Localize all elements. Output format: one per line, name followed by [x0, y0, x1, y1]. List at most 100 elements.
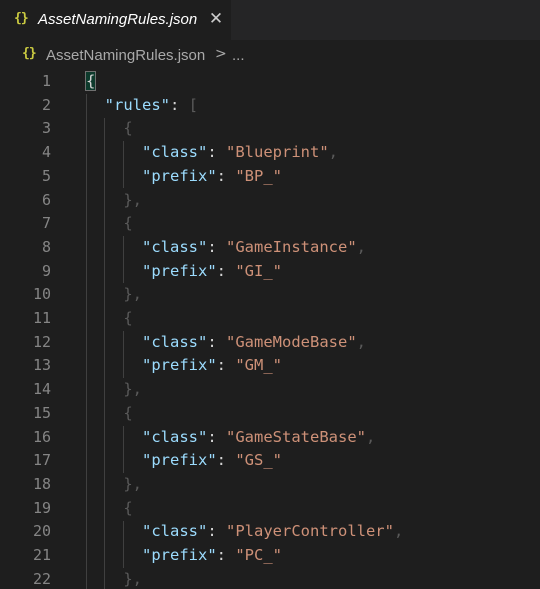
- breadcrumb-symbols[interactable]: ...: [232, 47, 245, 64]
- json-file-icon: {}: [14, 11, 29, 26]
- code-text: },: [86, 189, 142, 213]
- chevron-right-icon: >: [215, 46, 227, 62]
- code-text: {: [86, 402, 132, 426]
- tab-title: AssetNamingRules.json: [38, 11, 198, 28]
- prefix-key: "prefix": [142, 356, 217, 375]
- code-line: 2 "rules": [: [0, 94, 540, 118]
- code-text: },: [86, 378, 142, 402]
- line-number: 20: [32, 522, 51, 541]
- class-key: "class": [142, 237, 208, 256]
- rules-key: "rules": [104, 95, 170, 114]
- code-line: 18 },: [0, 473, 540, 497]
- object-close-brace: },: [123, 285, 142, 304]
- code-text: "class": "GameInstance",: [86, 236, 366, 260]
- class-value: "GameStateBase": [226, 427, 366, 446]
- line-number: 11: [32, 309, 51, 327]
- class-value: "PlayerController": [226, 522, 394, 541]
- code-line: 10 },: [0, 283, 540, 307]
- comma: ,: [356, 332, 366, 351]
- line-number: 14: [32, 380, 51, 399]
- colon: :: [170, 95, 189, 114]
- code-text: {: [84, 70, 97, 94]
- object-open-brace: {: [123, 214, 133, 233]
- code-text: },: [86, 568, 142, 589]
- code-line: 1 {: [0, 70, 540, 94]
- prefix-value: "GM_": [235, 356, 282, 375]
- array-bracket: [: [188, 95, 199, 114]
- code-line: 17 "prefix": "GS_": [0, 449, 540, 473]
- code-text: "prefix": "GM_": [86, 354, 282, 378]
- class-key: "class": [142, 427, 208, 446]
- colon: :: [207, 143, 226, 162]
- class-key: "class": [142, 332, 208, 351]
- prefix-key: "prefix": [142, 546, 217, 564]
- line-number: 22: [32, 569, 51, 588]
- code-text: "rules": [: [86, 94, 198, 118]
- prefix-key: "prefix": [142, 166, 217, 185]
- code-line: 13 "prefix": "GM_": [0, 354, 540, 378]
- code-text: "class": "Blueprint",: [86, 141, 338, 165]
- code-line: 19 {: [0, 497, 540, 521]
- code-line: 8 "class": "GameInstance",: [0, 236, 540, 260]
- root-brace: {: [84, 71, 97, 91]
- line-number: 12: [32, 332, 51, 351]
- colon: :: [216, 166, 236, 185]
- colon: :: [216, 546, 236, 564]
- colon: :: [216, 261, 236, 280]
- colon: :: [216, 451, 236, 470]
- code-line: 11 {: [0, 307, 540, 331]
- code-text: "prefix": "PC_": [86, 544, 282, 568]
- comma: ,: [356, 237, 366, 256]
- code-line: 15 {: [0, 402, 540, 426]
- prefix-key: "prefix": [142, 261, 217, 280]
- code-line: 6 },: [0, 189, 540, 213]
- code-line: 16 "class": "GameStateBase",: [0, 426, 540, 450]
- line-number: 5: [41, 166, 51, 185]
- object-open-brace: {: [123, 498, 133, 517]
- comma: ,: [328, 143, 338, 162]
- line-number: 9: [41, 261, 51, 280]
- prefix-value: "GS_": [235, 451, 282, 470]
- object-close-brace: },: [123, 474, 142, 493]
- line-number: 2: [41, 95, 51, 114]
- line-number: 16: [32, 427, 51, 446]
- breadcrumb-file[interactable]: AssetNamingRules.json: [46, 47, 205, 64]
- code-line: 22 },: [0, 568, 540, 589]
- tab-asset-naming-rules[interactable]: {} AssetNamingRules.json ✕: [0, 0, 231, 40]
- code-text: {: [86, 307, 133, 331]
- class-value: "GameModeBase": [226, 332, 357, 351]
- comma: ,: [393, 522, 404, 541]
- code-editor[interactable]: 1 { 2 "rules": [ 3 { 4 "class": "Bluepri…: [0, 70, 540, 589]
- class-value: "GameInstance": [226, 237, 357, 256]
- code-text: "prefix": "GI_": [86, 260, 282, 284]
- tab-bar: {} AssetNamingRules.json ✕: [0, 0, 540, 40]
- prefix-value: "BP_": [235, 166, 282, 185]
- line-number: 3: [41, 119, 51, 138]
- class-key: "class": [142, 143, 208, 162]
- colon: :: [207, 522, 226, 541]
- prefix-value: "PC_": [235, 546, 282, 564]
- code-text: "prefix": "BP_": [86, 165, 282, 189]
- class-key: "class": [142, 522, 208, 541]
- code-text: "class": "GameStateBase",: [86, 426, 375, 450]
- code-text: "class": "GameModeBase",: [86, 331, 366, 355]
- code-text: {: [86, 497, 133, 521]
- object-close-brace: },: [123, 380, 142, 399]
- code-line: 7 {: [0, 212, 540, 236]
- line-number: 15: [32, 403, 51, 422]
- colon: :: [207, 237, 226, 256]
- line-number: 19: [32, 498, 51, 517]
- code-line: 4 "class": "Blueprint",: [0, 141, 540, 165]
- code-text: "class": "PlayerController",: [86, 520, 403, 544]
- line-number: 1: [41, 72, 51, 90]
- breadcrumb: {} AssetNamingRules.json > ...: [0, 42, 540, 70]
- prefix-key: "prefix": [142, 451, 217, 470]
- close-icon[interactable]: ✕: [206, 8, 226, 30]
- object-close-brace: },: [123, 569, 142, 588]
- line-number: 7: [41, 214, 51, 233]
- code-line: 12 "class": "GameModeBase",: [0, 331, 540, 355]
- line-number: 10: [32, 285, 51, 304]
- code-line: 14 },: [0, 378, 540, 402]
- code-line: 21 "prefix": "PC_": [0, 544, 540, 568]
- object-open-brace: {: [123, 309, 133, 327]
